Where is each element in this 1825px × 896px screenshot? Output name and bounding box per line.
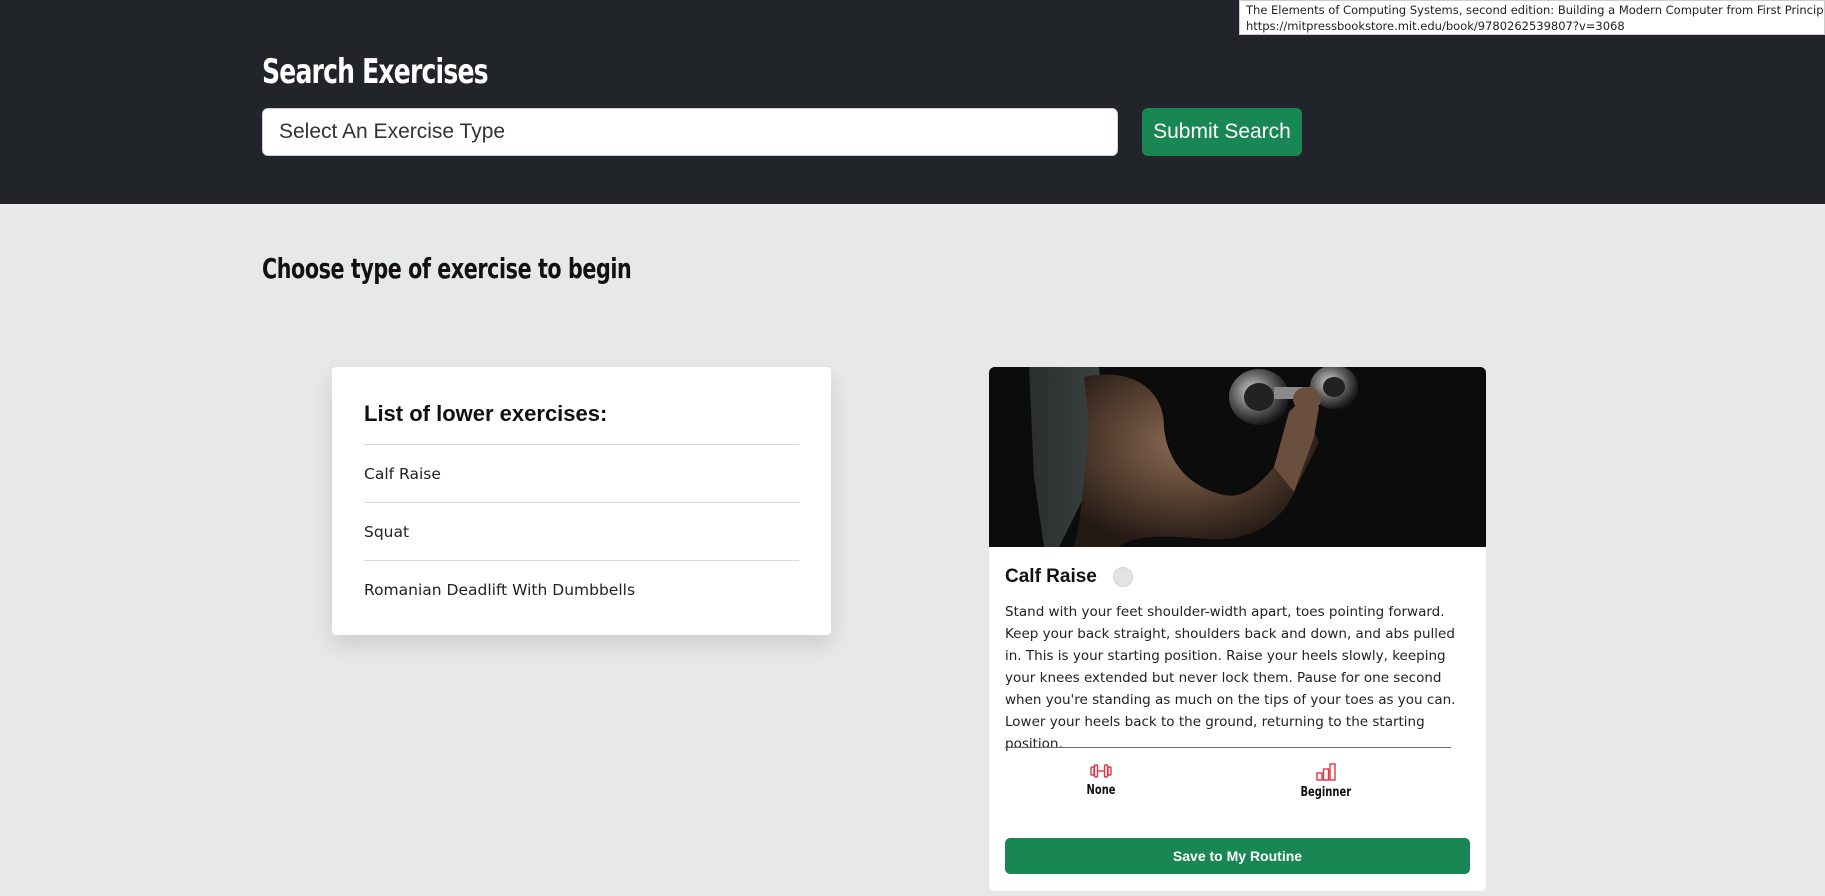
exercise-description: Stand with your feet shoulder-width apar… — [1005, 604, 1456, 752]
favorite-toggle[interactable] — [1112, 567, 1133, 587]
exercise-hero-image — [989, 367, 1486, 547]
equipment-info: None — [1084, 763, 1118, 798]
dumbbell-icon — [1090, 764, 1112, 778]
list-item[interactable]: Calf Raise — [364, 444, 799, 502]
page-heading: Choose type of exercise to begin — [262, 252, 632, 285]
divider — [1005, 747, 1451, 748]
exercise-detail-card: Calf Raise Stand with your feet shoulder… — [989, 367, 1486, 891]
list-item[interactable]: Squat — [364, 502, 799, 560]
tooltip-url: https://mitpressbookstore.mit.edu/book/9… — [1246, 19, 1625, 33]
save-to-routine-button[interactable]: Save to My Routine — [1005, 838, 1470, 874]
list-item[interactable]: Romanian Deadlift With Dumbbells — [364, 560, 799, 618]
exercise-list: Calf Raise Squat Romanian Deadlift With … — [364, 444, 799, 618]
search-title: Search Exercises — [262, 52, 489, 92]
exercise-title-row: Calf Raise — [1005, 566, 1133, 588]
difficulty-label: Beginner — [1300, 785, 1352, 800]
link-tooltip: The Elements of Computing Systems, secon… — [1239, 0, 1825, 35]
exercise-name: Calf Raise — [1005, 566, 1097, 587]
bar-chart-icon — [1316, 763, 1336, 781]
exercise-type-select[interactable]: Select An Exercise Type — [262, 108, 1118, 156]
tooltip-title: The Elements of Computing Systems, secon… — [1246, 3, 1825, 17]
exercise-type-select-value: Select An Exercise Type — [279, 120, 506, 143]
difficulty-info: Beginner — [1296, 763, 1356, 800]
equipment-label: None — [1086, 783, 1116, 798]
submit-search-button[interactable]: Submit Search — [1142, 108, 1302, 156]
exercise-list-title: List of lower exercises: — [364, 401, 608, 426]
dumbbell-curl-photo — [989, 367, 1486, 547]
exercise-list-card: List of lower exercises: Calf Raise Squa… — [332, 367, 831, 635]
